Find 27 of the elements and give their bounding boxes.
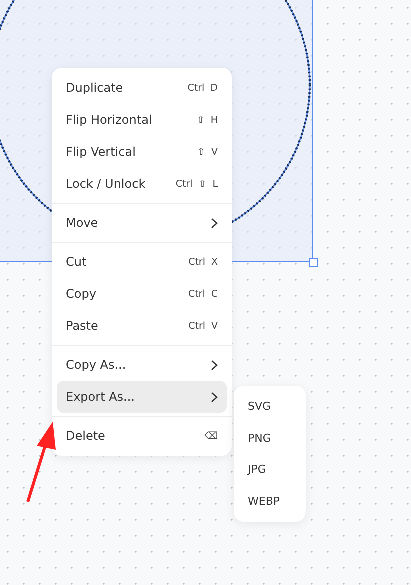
menu-item-label: Flip Horizontal xyxy=(66,113,152,127)
shortcut-key: Ctrl xyxy=(176,178,193,190)
shortcut-key: ⌫ xyxy=(204,430,218,442)
shortcut-key: V xyxy=(212,146,218,158)
shortcut-key: ⇧ xyxy=(198,146,206,158)
menu-item-label: Delete xyxy=(66,429,106,443)
shortcut-key: V xyxy=(212,320,218,332)
shortcut-key: Ctrl xyxy=(188,256,206,268)
shortcut-key: ⇧ xyxy=(198,178,207,190)
shortcut-key: X xyxy=(211,256,218,268)
menu-item-label: Paste xyxy=(66,319,98,333)
menu-item-label: Lock / Unlock xyxy=(66,177,146,191)
shortcut-key: L xyxy=(212,178,218,190)
menu-item-label: Flip Vertical xyxy=(66,145,136,159)
shortcut-key: ⇧ xyxy=(196,114,205,126)
shortcut-key: Ctrl xyxy=(188,82,205,94)
menu-item-label: Duplicate xyxy=(66,81,124,95)
menu-item-label: Export As... xyxy=(66,390,135,404)
shortcut-key: Ctrl xyxy=(188,288,206,300)
menu-item-label: Move xyxy=(66,216,98,230)
menu-item-label: Copy xyxy=(66,287,96,301)
menu-item-label: Cut xyxy=(66,255,87,269)
shortcut-key: H xyxy=(210,114,218,126)
shortcut-key: C xyxy=(211,288,218,300)
shortcut-key: Ctrl xyxy=(188,320,206,332)
shortcut-key: D xyxy=(210,82,218,94)
menu-item-label: Copy As... xyxy=(66,358,126,372)
